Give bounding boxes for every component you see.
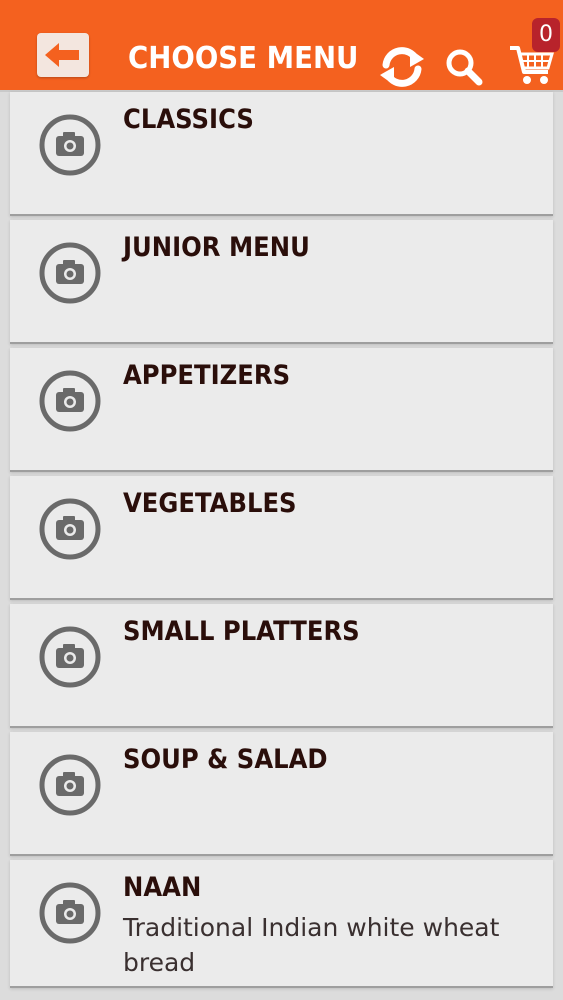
menu-item-title: JUNIOR MENU [123,232,310,263]
camera-icon [39,242,101,304]
refresh-icon [380,47,424,87]
camera-icon [39,754,101,816]
menu-item-junior-menu[interactable]: JUNIOR MENU [10,220,553,344]
menu-item-naan[interactable]: NAAN Traditional Indian white wheat brea… [10,860,553,988]
menu-item-title: SOUP & SALAD [123,744,328,775]
menu-item-title: NAAN [123,872,202,903]
camera-icon [39,498,101,560]
camera-icon [39,114,101,176]
menu-item-title: VEGETABLES [123,488,297,519]
menu-item-classics[interactable]: CLASSICS [10,92,553,216]
menu-item-description: Traditional Indian white wheat bread [123,913,500,977]
search-button[interactable] [444,47,484,87]
camera-icon [39,370,101,432]
menu-item-vegetables[interactable]: VEGETABLES [10,476,553,600]
menu-item-small-platters[interactable]: SMALL PLATTERS [10,604,553,728]
camera-icon [39,882,101,944]
back-button[interactable] [37,33,89,77]
back-arrow-icon [45,43,79,67]
app-header: CHOOSE MENU 0 [0,0,563,92]
page-title: CHOOSE MENU [128,41,359,76]
menu-item-soup-salad[interactable]: SOUP & SALAD [10,732,553,856]
camera-icon [39,626,101,688]
refresh-button[interactable] [378,45,426,89]
search-icon [446,49,483,86]
menu-item-appetizers[interactable]: APPETIZERS [10,348,553,472]
cart-count-badge: 0 [532,18,560,52]
menu-item-title: APPETIZERS [123,360,291,391]
menu-item-title: CLASSICS [123,104,254,135]
menu-item-title: SMALL PLATTERS [123,616,360,647]
